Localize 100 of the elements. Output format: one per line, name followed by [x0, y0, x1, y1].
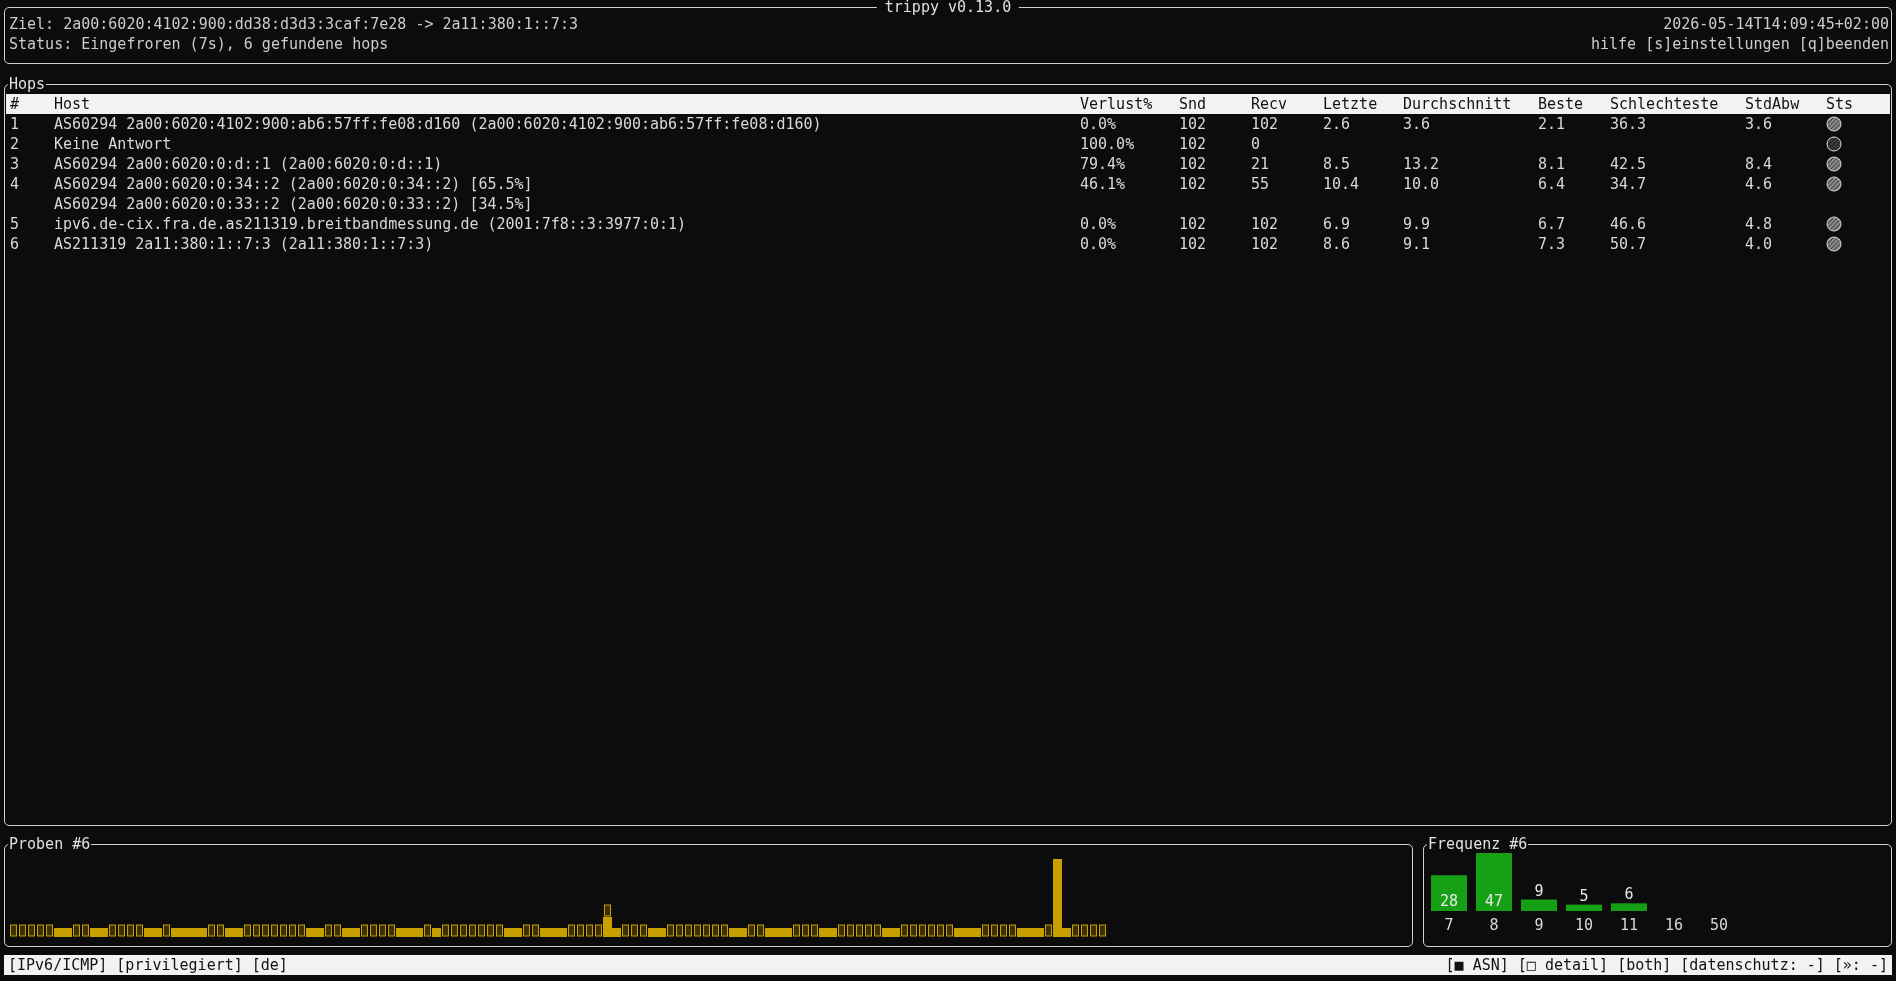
glyph-box-icon [856, 924, 863, 937]
status-item: [datenschutz: -] [1680, 955, 1825, 975]
hop-number: 1 [10, 114, 21, 134]
table-cell-text: 36.3 [1610, 114, 1648, 134]
glyph-box-icon [289, 924, 296, 937]
frequency-bar [1566, 904, 1602, 911]
sample-bar [882, 928, 891, 937]
sample-bar [315, 928, 324, 937]
sample-bar [648, 928, 657, 937]
table-cell-text: 8.5 [1323, 154, 1352, 174]
sample-bar [954, 928, 963, 937]
column-header: Verlust% [1080, 94, 1154, 114]
glyph-box-icon [595, 924, 602, 937]
glyph-box-icon [163, 924, 170, 937]
frequency-bar [1521, 899, 1557, 911]
status-item: [de] [251, 955, 288, 975]
glyph-box-icon [478, 924, 485, 937]
sample-bar [198, 928, 207, 937]
hop-number: 6 [10, 234, 21, 254]
panel-title: Frequenz #6 [1427, 835, 1529, 853]
host-cell-text: AS211319 2a11:380:1::7:3 (2a11:380:1::7:3) [54, 234, 435, 254]
sample-bar [540, 928, 549, 937]
sample-bar [657, 928, 666, 937]
glyph-box-icon [694, 924, 701, 937]
table-cell-text: 21 [1251, 154, 1271, 174]
glyph-box-icon [10, 924, 17, 937]
frequency-bar [1431, 875, 1467, 911]
table-cell-text: 2.6 [1323, 114, 1352, 134]
glyph-box-icon [469, 924, 476, 937]
table-cell-text: 46.6 [1610, 214, 1648, 234]
glyph-box-icon [937, 924, 944, 937]
glyph-box-icon [334, 924, 341, 937]
host-cell-text: ipv6.de-cix.fra.de.as211319.breitbandmessung.de (2001:7f8::3:3977:0:1) [54, 214, 688, 234]
glyph-box-icon [1072, 924, 1079, 937]
table-cell-text: 3.6 [1403, 114, 1432, 134]
table-cell-text: 102 [1179, 154, 1208, 174]
status-item: [□ detail] [1517, 955, 1609, 975]
frequency-bar [1611, 903, 1647, 911]
glyph-box-icon [586, 924, 593, 937]
bar-value-label: 9 [1534, 881, 1544, 900]
glyph-box-icon [685, 924, 692, 937]
sample-bar [828, 928, 837, 937]
table-cell-text: 8.6 [1323, 234, 1352, 254]
table-cell-text: 3.6 [1745, 114, 1774, 134]
table-cell-text: 4.8 [1745, 214, 1774, 234]
glyph-box-icon [1081, 924, 1088, 937]
table-cell-text: 102 [1179, 234, 1208, 254]
column-header: StdAbw [1745, 94, 1801, 114]
sample-bar [1035, 928, 1044, 937]
sample-bar [1017, 928, 1026, 937]
table-cell-text: 100.0% [1080, 134, 1136, 154]
sample-bar [171, 928, 180, 937]
glyph-box-icon [217, 924, 224, 937]
glyph-box-icon [847, 924, 854, 937]
column-header: Beste [1538, 94, 1585, 114]
host-cell-text: AS60294 2a00:6020:0:34::2 (2a00:6020:0:34::2) [65.5%] [54, 174, 534, 194]
glyph-box-icon [325, 924, 332, 937]
glyph-box-icon [388, 924, 395, 937]
glyph-box-icon [640, 924, 647, 937]
glyph-box-icon [361, 924, 368, 937]
sample-bar [891, 928, 900, 937]
glyph-box-icon [910, 924, 917, 937]
table-cell-text: 8.4 [1745, 154, 1774, 174]
table-cell-text: 0 [1251, 134, 1262, 154]
axis-label: 11 [1619, 916, 1639, 933]
bar-value-label: 5 [1579, 886, 1589, 905]
column-header: # [10, 94, 21, 114]
panel-title: Hops [8, 75, 47, 93]
column-header: Durchschnitt [1403, 94, 1513, 114]
hop-number: 2 [10, 134, 21, 154]
sample-bar [144, 928, 153, 937]
glyph-box-icon [757, 924, 764, 937]
sample-bar [63, 928, 72, 937]
sample-bar [513, 928, 522, 937]
timestamp: 2026-05-14T14:09:45+02:00 [1663, 14, 1889, 34]
sample-bar [342, 928, 351, 937]
glyph-box-icon [298, 924, 305, 937]
glyph-box-icon [748, 924, 755, 937]
glyph-box-icon [802, 924, 809, 937]
sample-bar [414, 928, 423, 937]
sample-bar [765, 928, 774, 937]
glyph-box-icon [946, 924, 953, 937]
frequency-bar [1476, 851, 1512, 911]
glyph-box-icon [262, 924, 269, 937]
glyph-box-icon [919, 924, 926, 937]
sample-bar [153, 928, 162, 937]
glyph-box-icon [1090, 924, 1097, 937]
glyph-box-icon [1099, 924, 1106, 937]
table-cell-text: 0.0% [1080, 214, 1118, 234]
glyph-box-icon [46, 924, 53, 937]
glyph-box-icon [703, 924, 710, 937]
glyph-box-icon [1000, 924, 1007, 937]
axis-label: 9 [1534, 916, 1544, 933]
status-item: [»: -] [1833, 955, 1888, 975]
table-cell-text: 55 [1251, 174, 1271, 195]
axis-label: 8 [1489, 916, 1499, 933]
glyph-box-icon [118, 924, 125, 937]
table-cell-text: 42.5 [1610, 154, 1648, 174]
table-cell-text: 50.7 [1610, 234, 1648, 254]
host-cell-text: AS60294 2a00:6020:0:33::2 (2a00:6020:0:33::2) [34.5%] [54, 194, 534, 214]
